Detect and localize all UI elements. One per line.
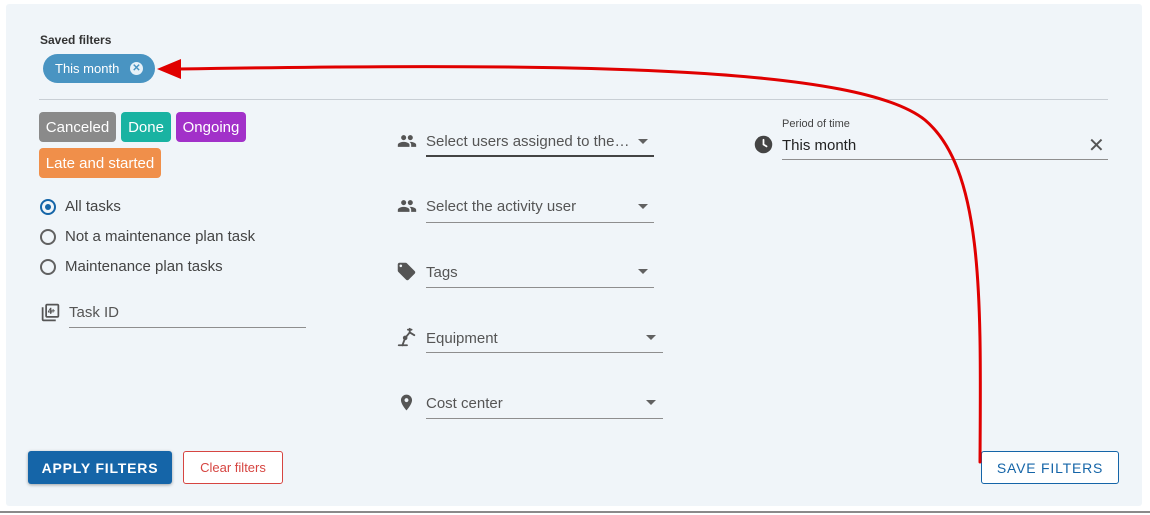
annotation-arrow-line xyxy=(176,65,982,464)
annotation-arrowhead xyxy=(157,59,181,79)
annotation-arrow xyxy=(157,59,982,464)
